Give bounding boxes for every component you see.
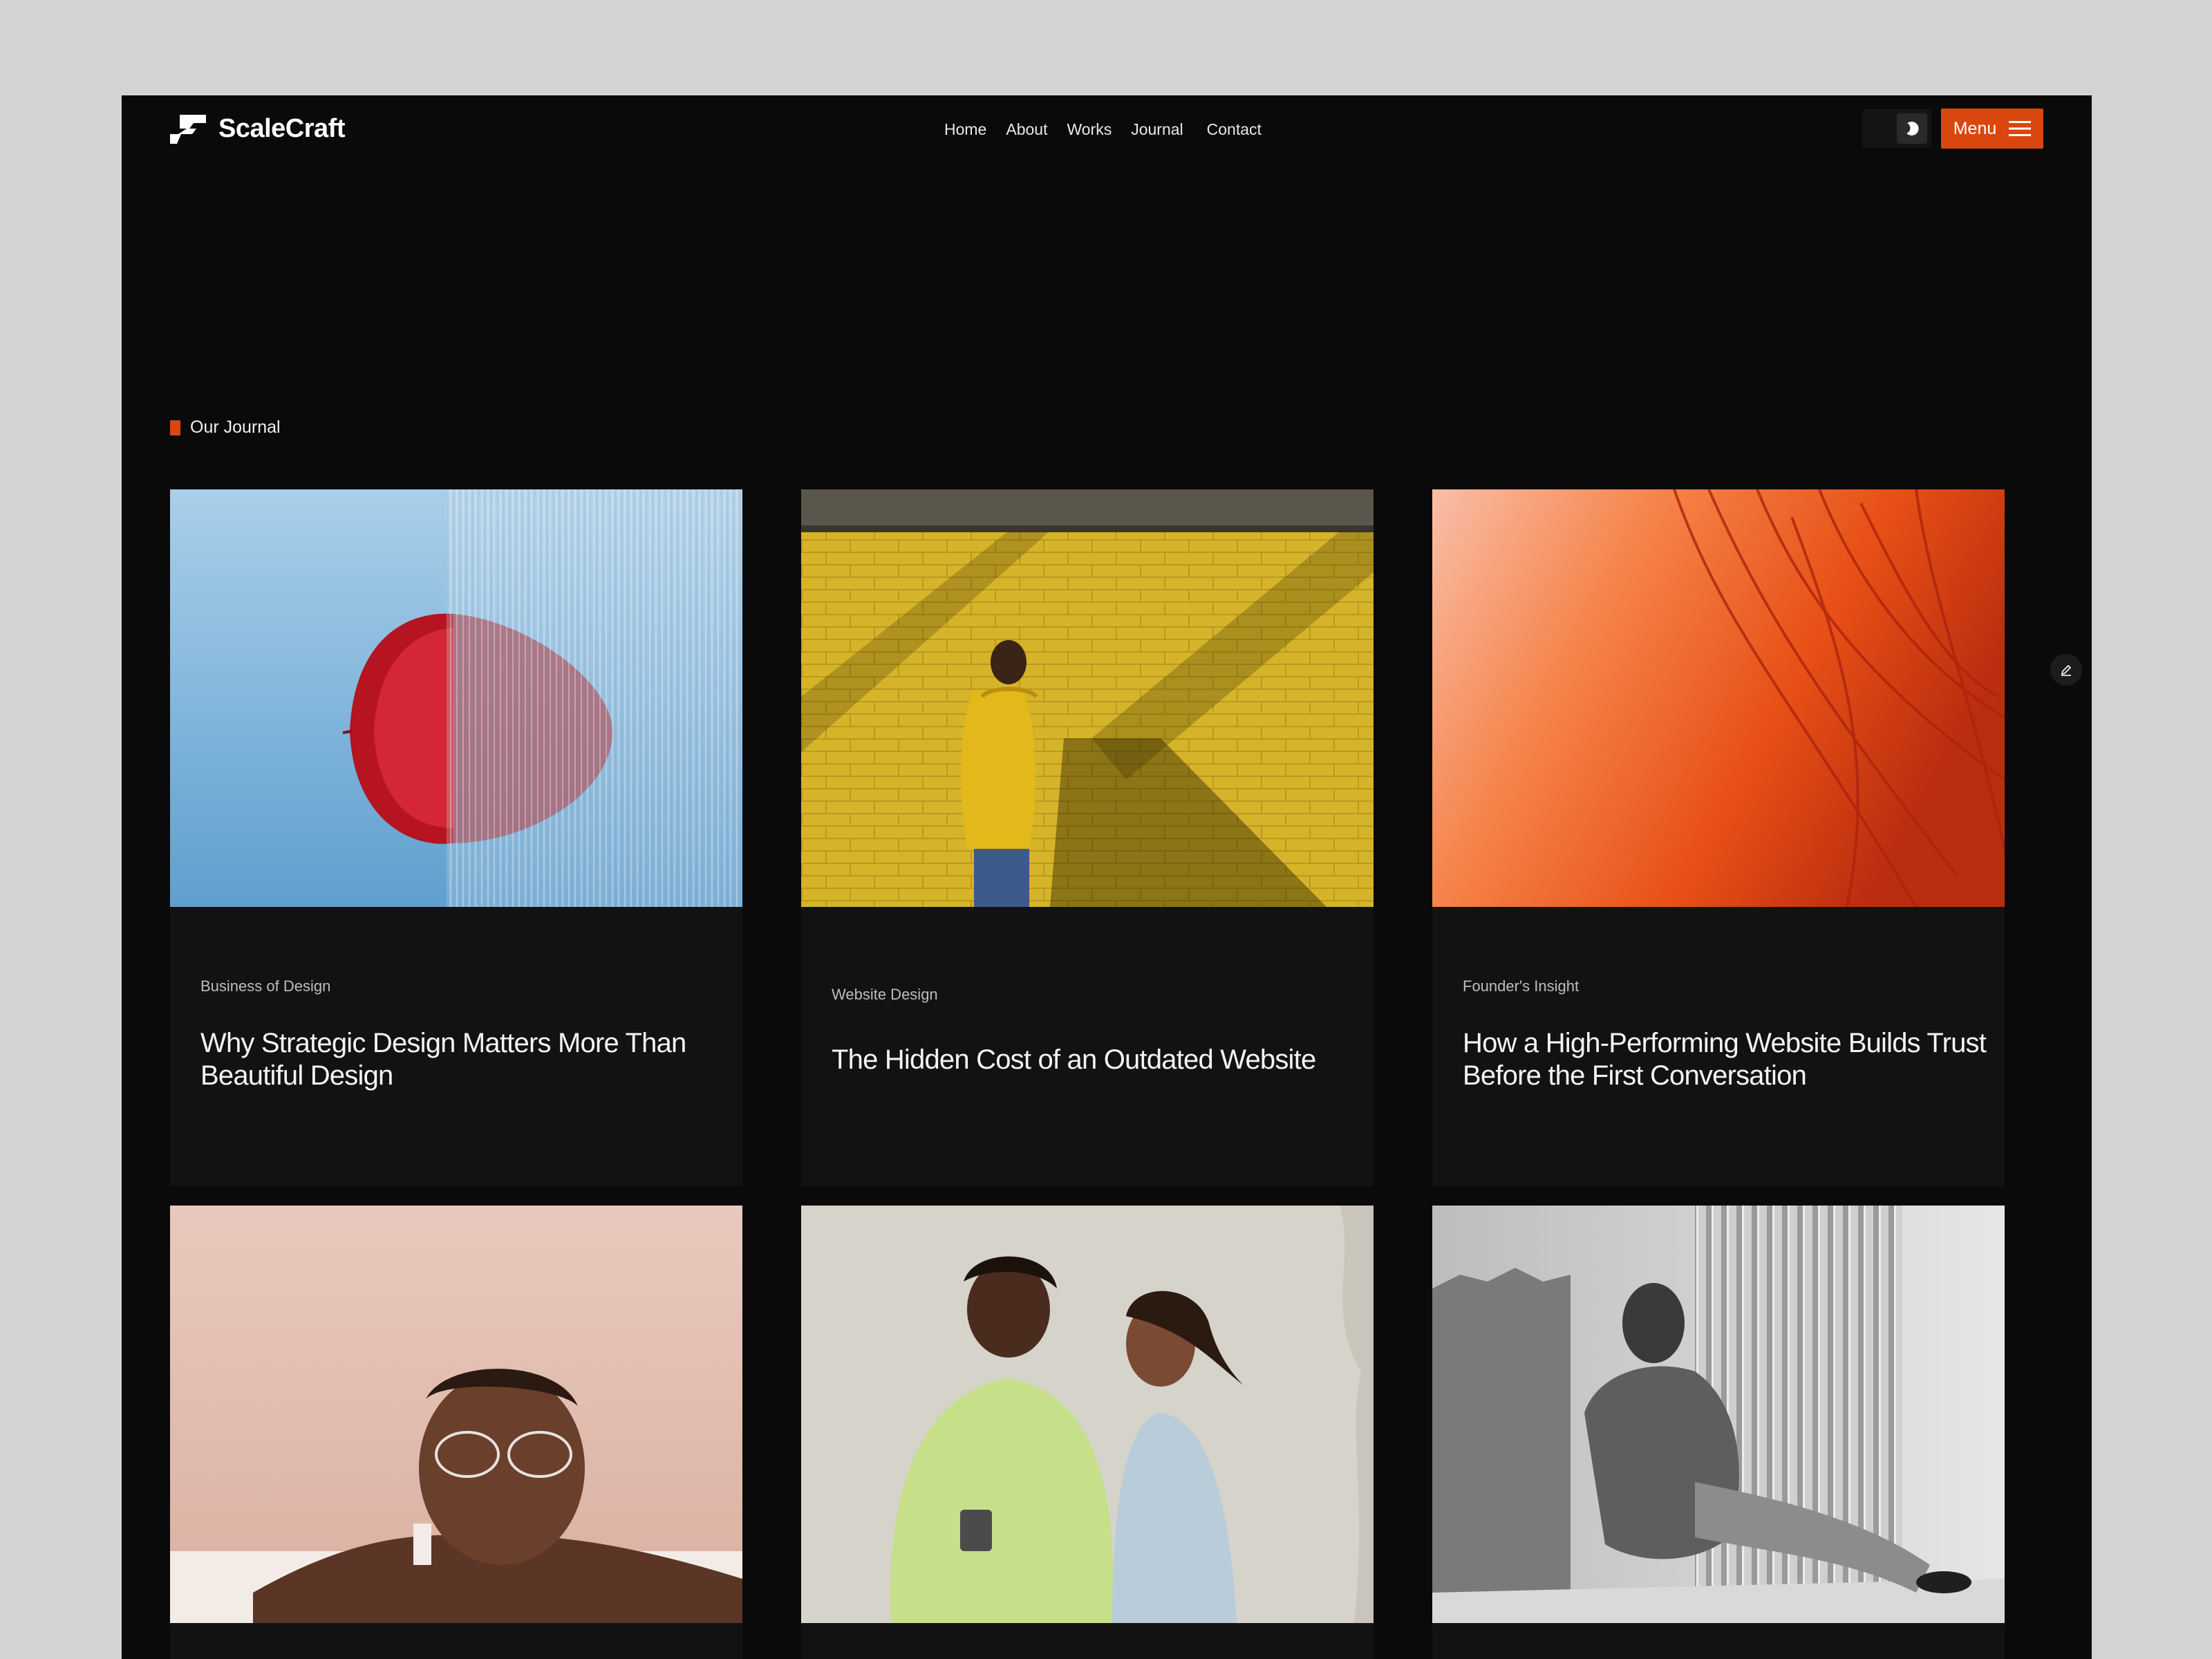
logo-mark-icon (170, 115, 206, 144)
card-title[interactable]: The Hidden Cost of an Outdated Website (832, 1044, 1357, 1076)
journal-card[interactable]: Website Design The Hidden Cost of an Out… (801, 489, 1374, 1186)
journal-card[interactable] (170, 1206, 742, 1659)
card-image-yellow-wall (801, 489, 1374, 907)
main-nav: Home About Works Journal Contact (944, 120, 1262, 139)
theme-toggle[interactable] (1862, 109, 1931, 148)
journal-card[interactable] (801, 1206, 1374, 1659)
nav-contact[interactable]: Contact (1207, 120, 1262, 139)
edit-button[interactable] (2050, 654, 2082, 686)
nav-about[interactable]: About (1006, 120, 1047, 139)
nav-works[interactable]: Works (1067, 120, 1112, 139)
section-label: Our Journal (170, 418, 281, 438)
brand-name: ScaleCraft (218, 113, 345, 143)
hamburger-icon (2009, 121, 2032, 136)
menu-label: Menu (1953, 118, 1997, 138)
accent-square-icon (170, 420, 180, 435)
section-title: Our Journal (190, 418, 281, 437)
card-category: Founder's Insight (1463, 977, 1580, 995)
site-frame: ScaleCraft Home About Works Journal Cont… (122, 95, 2092, 1659)
nav-journal[interactable]: Journal (1131, 120, 1183, 139)
journal-card[interactable]: Founder's Insight How a High-Performing … (1432, 489, 2005, 1186)
card-title[interactable]: How a High-Performing Website Builds Tru… (1463, 1027, 1988, 1092)
nav-home[interactable]: Home (944, 120, 986, 139)
pencil-icon (2061, 664, 2072, 676)
card-category: Website Design (832, 986, 938, 1003)
moon-icon (1906, 122, 1919, 135)
card-image-woman-glasses (170, 1206, 742, 1623)
card-image-man-monochrome (1432, 1206, 2005, 1623)
card-image-orange-fibers (1432, 489, 2005, 907)
card-title[interactable]: Why Strategic Design Matters More Than B… (200, 1027, 726, 1092)
card-image-red-leaf (170, 489, 742, 907)
brand-logo[interactable]: ScaleCraft (170, 113, 345, 144)
menu-button[interactable]: Menu (1941, 109, 2043, 149)
theme-knob (1897, 113, 1927, 144)
journal-card[interactable]: Business of Design Why Strategic Design … (170, 489, 742, 1186)
journal-card[interactable] (1432, 1206, 2005, 1659)
card-category: Business of Design (200, 977, 331, 995)
card-image-two-women (801, 1206, 1374, 1623)
